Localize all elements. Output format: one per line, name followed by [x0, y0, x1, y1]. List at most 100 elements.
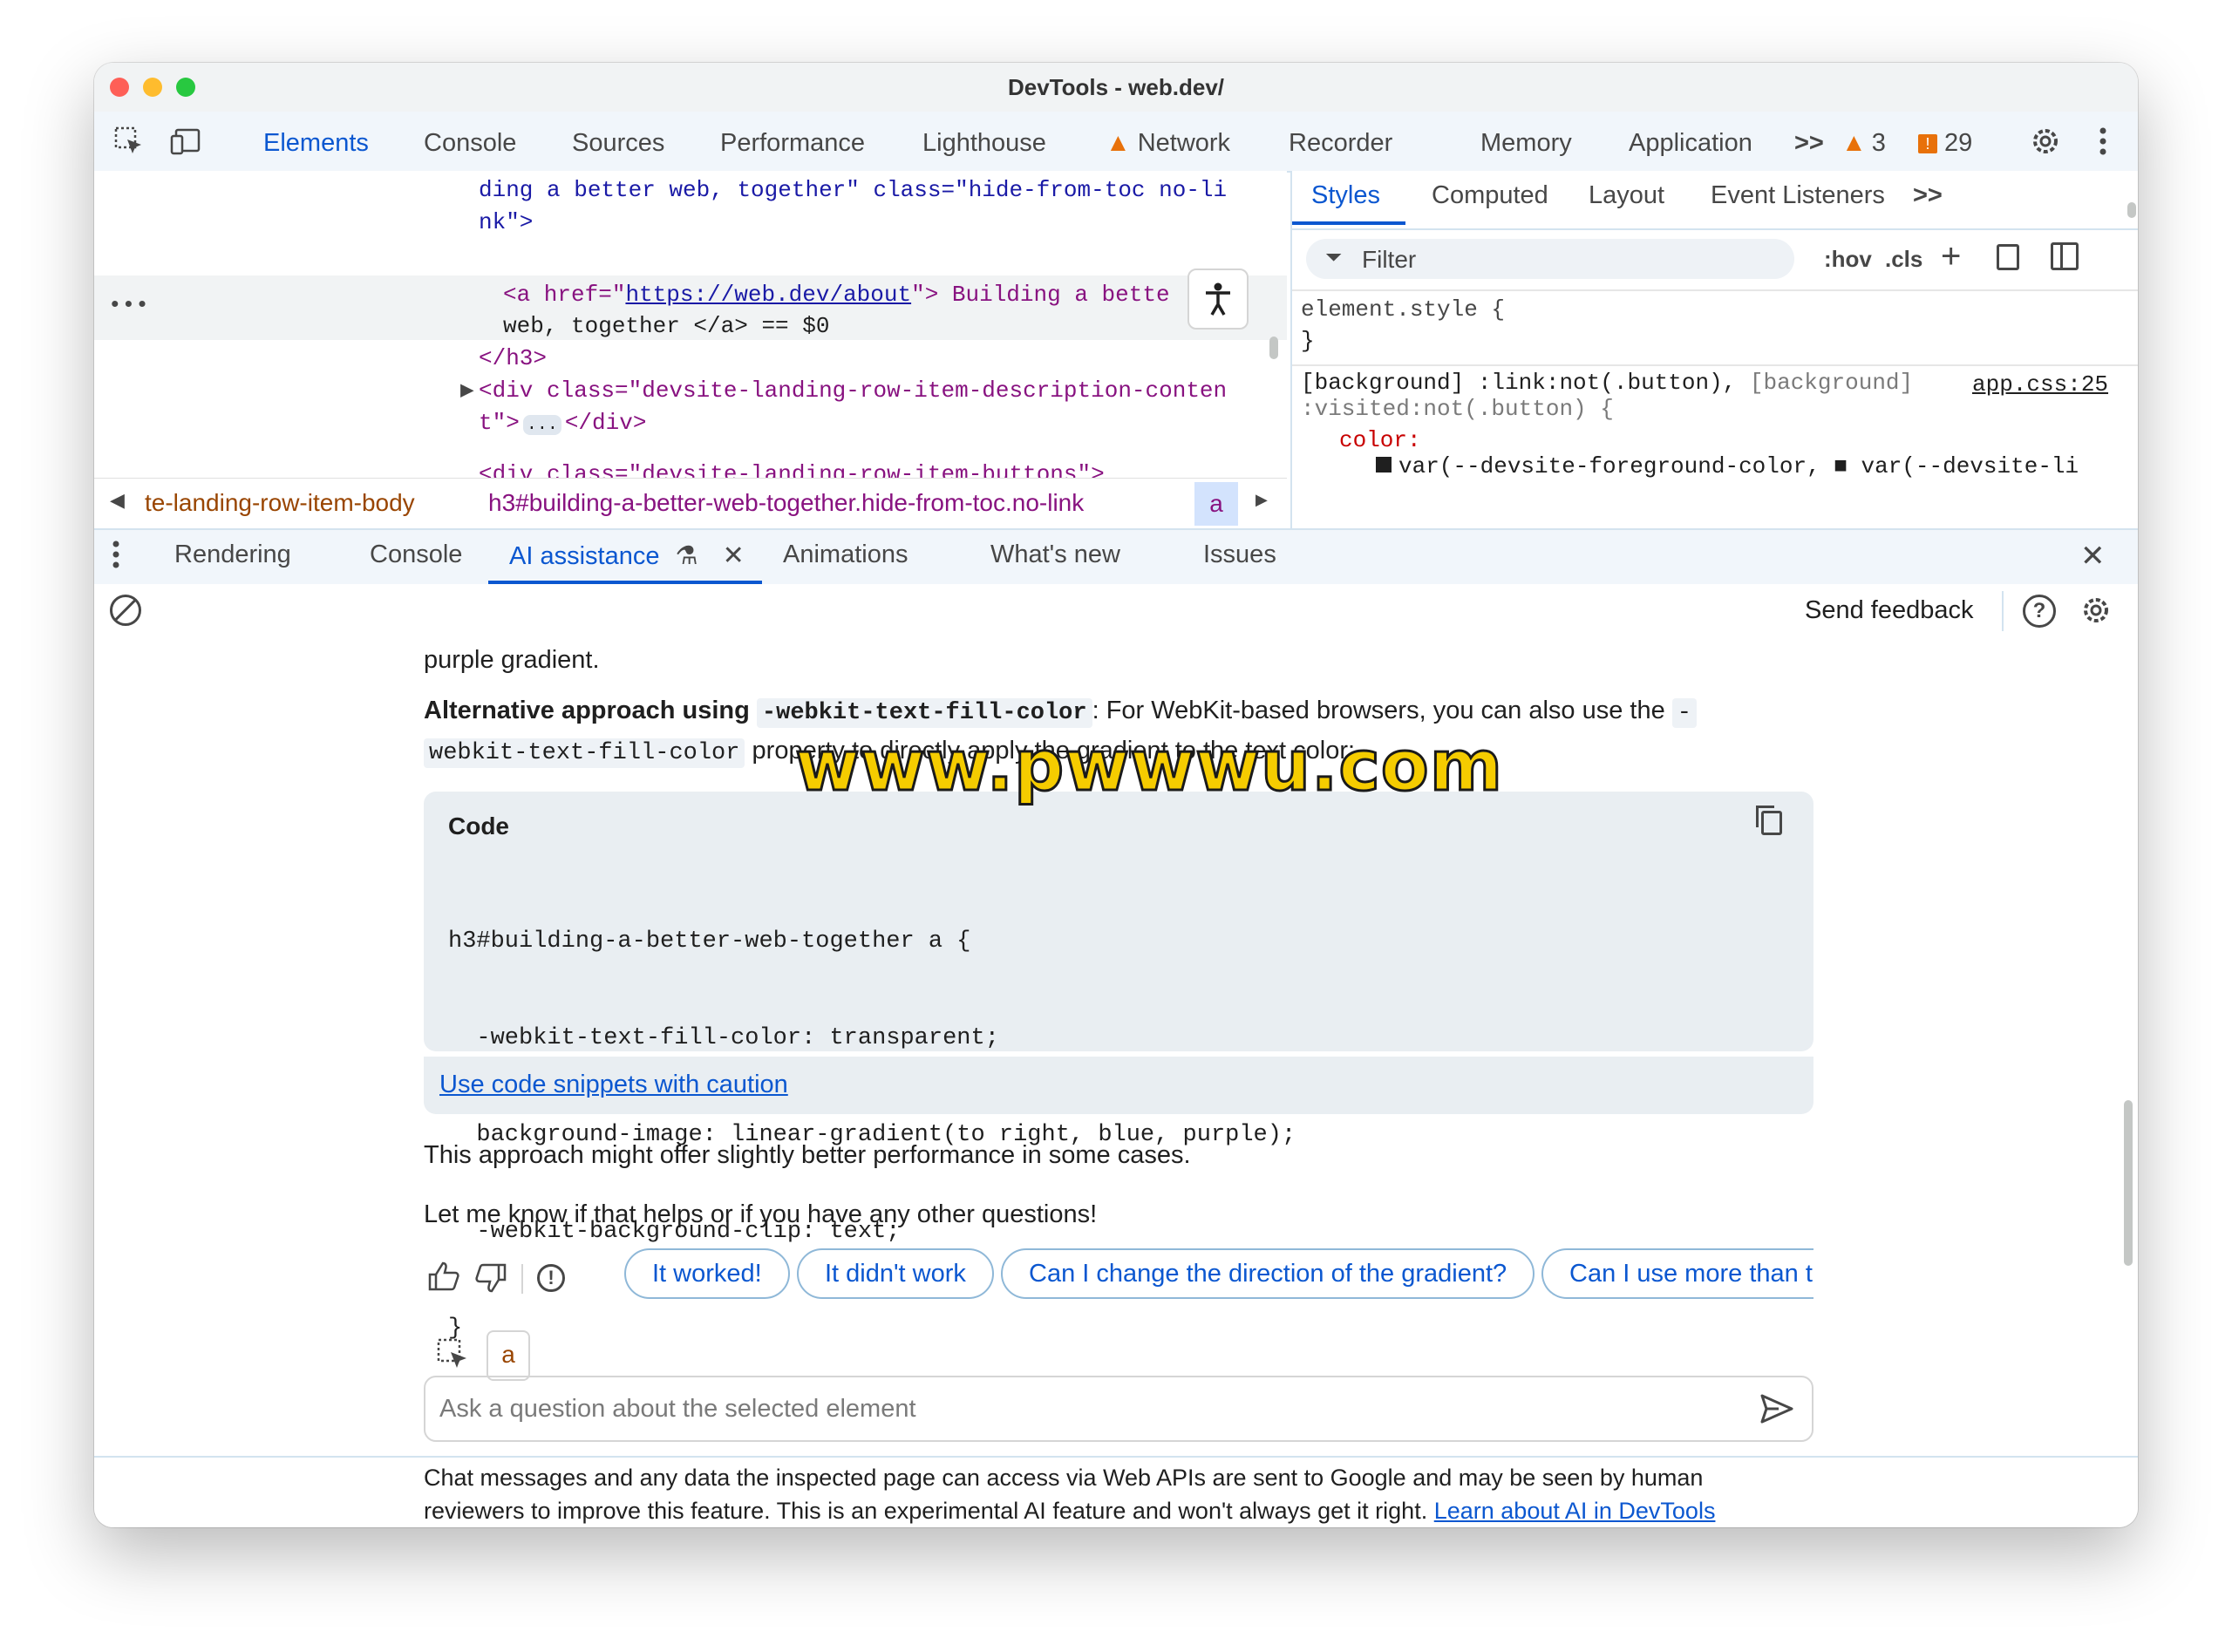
drawer-tab-ai-assistance[interactable]: AI assistance ⚗ ✕ — [509, 540, 745, 571]
close-tab-icon[interactable]: ✕ — [723, 541, 745, 570]
collapsed-ellipsis[interactable]: ... — [522, 415, 561, 435]
toggle-sidebar-icon[interactable] — [2051, 242, 2079, 270]
color-swatch[interactable] — [1376, 457, 1392, 472]
href-link[interactable]: https://web.dev/about — [625, 282, 911, 308]
tab-event-listeners[interactable]: Event Listeners — [1711, 181, 1885, 210]
breadcrumb-right-arrow-icon[interactable]: ▶ — [1256, 491, 1268, 509]
styles-scrollbar[interactable] — [2127, 202, 2136, 218]
code-line: -webkit-text-fill-color: transparent; — [448, 1025, 999, 1051]
selector-part: [background] :link:not(.button), — [1301, 370, 1737, 396]
dom-line[interactable]: </h3> — [479, 343, 547, 375]
suggestion-chip[interactable]: It worked! — [624, 1248, 790, 1299]
divider — [1292, 289, 2138, 291]
breadcrumb-left-arrow-icon[interactable]: ◀ — [110, 489, 125, 512]
selector-part: [background] — [1749, 370, 1914, 396]
styles-filter-input[interactable]: ⏷ Filter — [1306, 239, 1794, 279]
inline-code: webkit-text-fill-color — [424, 738, 745, 768]
breadcrumb-item[interactable]: te-landing-row-item-body — [145, 489, 415, 517]
tab-elements[interactable]: Elements — [263, 124, 369, 171]
caution-link[interactable]: Use code snippets with caution — [439, 1071, 788, 1099]
styles-tab-indicator — [1292, 221, 1405, 225]
breadcrumb-item-selected[interactable]: a — [1194, 482, 1238, 526]
send-feedback-link[interactable]: Send feedback — [1805, 596, 1973, 625]
tab-computed[interactable]: Computed — [1432, 181, 1548, 210]
dom-line[interactable]: web, together </a> == $0 — [503, 310, 829, 343]
hov-button[interactable]: :hov — [1824, 246, 1872, 273]
dom-line[interactable]: t">... </div> — [479, 407, 646, 441]
suggestion-chip[interactable]: Can I use more than t — [1541, 1248, 1814, 1299]
inspect-element-icon[interactable] — [112, 124, 146, 159]
copy-icon[interactable] — [1756, 806, 1782, 835]
help-icon[interactable]: ? — [2023, 595, 2056, 628]
new-style-rule-icon[interactable]: + — [1941, 237, 1961, 276]
breadcrumb-item[interactable]: h3#building-a-better-web-together.hide-f… — [488, 489, 1084, 517]
code-block: Code h3#building-a-better-web-together a… — [424, 792, 1814, 1342]
cls-button[interactable]: .cls — [1885, 246, 1922, 273]
css-property[interactable]: color: — [1339, 427, 1421, 453]
chat-input[interactable]: Ask a question about the selected elemen… — [424, 1376, 1814, 1442]
dom-line-selected[interactable]: <a href="https://web.dev/about"> Buildin… — [503, 279, 1170, 311]
chat-scrollbar[interactable] — [2124, 1100, 2133, 1266]
tab-memory[interactable]: Memory — [1480, 124, 1572, 171]
dom-line[interactable]: <div class="devsite-landing-row-item-but… — [479, 459, 1105, 478]
drawer-tab-console[interactable]: Console — [370, 540, 462, 569]
style-rule-selector[interactable]: [background] :link:not(.button), [backgr… — [1301, 370, 1913, 396]
dom-line[interactable]: nk"> — [479, 207, 533, 239]
tab-performance[interactable]: Performance — [720, 124, 865, 171]
send-icon[interactable] — [1759, 1393, 1794, 1429]
ai-settings-gear-icon[interactable] — [2079, 593, 2113, 632]
elements-tree: ••• ding a better web, together" class="… — [94, 171, 1287, 478]
tab-console[interactable]: Console — [424, 124, 516, 171]
warnings-counter[interactable]: ▲ 3 — [1841, 129, 1886, 158]
tab-styles[interactable]: Styles — [1311, 181, 1380, 210]
style-rule-selector[interactable]: element.style { — [1301, 296, 1505, 323]
css-value[interactable]: var(--devsite-foreground-color, ■ var(--… — [1376, 453, 2079, 479]
warning-icon: ▲ — [1841, 129, 1867, 157]
tab-lighthouse[interactable]: Lighthouse — [922, 124, 1046, 171]
context-element-chip[interactable]: a — [487, 1330, 530, 1381]
drawer-tab-whats-new[interactable]: What's new — [990, 540, 1120, 569]
styles-pane: Styles Computed Layout Event Listeners >… — [1290, 171, 2138, 528]
thumbs-up-icon[interactable] — [427, 1261, 460, 1300]
thumbs-down-icon[interactable] — [474, 1262, 507, 1298]
more-tabs-button[interactable]: >> — [1794, 124, 1824, 171]
inline-code: -webkit-text-fill-color — [756, 698, 1092, 728]
close-drawer-icon[interactable]: ✕ — [2080, 539, 2106, 574]
report-issue-icon[interactable]: ! — [537, 1264, 565, 1292]
drawer-tab-rendering[interactable]: Rendering — [174, 540, 291, 569]
disclaimer-line: reviewers to improve this feature. This … — [424, 1494, 1715, 1527]
tab-network-label: Network — [1137, 129, 1231, 157]
suggestion-chip[interactable]: Can I change the direction of the gradie… — [1001, 1248, 1535, 1299]
styles-more-tabs-button[interactable]: >> — [1913, 181, 1943, 210]
drawer-tab-animations[interactable]: Animations — [783, 540, 908, 569]
select-element-icon[interactable] — [436, 1337, 471, 1377]
suggestion-chip[interactable]: It didn't work — [797, 1248, 994, 1299]
drawer-tab-issues[interactable]: Issues — [1203, 540, 1276, 569]
style-source-link[interactable]: app.css:25 — [1972, 371, 2108, 398]
paint-icon[interactable] — [1997, 244, 2019, 270]
settings-gear-icon[interactable] — [2028, 124, 2063, 159]
drawer-menu-icon[interactable] — [112, 539, 120, 574]
tab-recorder[interactable]: Recorder — [1289, 124, 1392, 171]
experiment-flask-icon: ⚗ — [675, 542, 698, 570]
errors-counter[interactable]: ! 29 — [1918, 129, 1972, 158]
tab-sources[interactable]: Sources — [572, 124, 664, 171]
clear-chat-icon[interactable] — [110, 595, 141, 626]
tab-network[interactable]: ▲ Network — [1106, 124, 1230, 171]
node-actions-dots[interactable]: ••• — [108, 289, 149, 322]
tab-layout[interactable]: Layout — [1589, 181, 1664, 210]
elements-scrollbar[interactable] — [1269, 337, 1278, 359]
dom-line[interactable]: ding a better web, together" class="hide… — [479, 174, 1227, 207]
learn-more-link[interactable]: Learn about AI in DevTools — [1434, 1498, 1716, 1524]
warning-icon: ▲ — [1106, 129, 1131, 157]
accessibility-icon[interactable] — [1187, 269, 1249, 330]
more-options-icon[interactable] — [2086, 124, 2120, 159]
expand-triangle-icon[interactable]: ▶ — [460, 375, 474, 407]
error-icon: ! — [1918, 133, 1937, 153]
tag-close: t"> — [479, 410, 520, 436]
style-rule-selector[interactable]: :visited:not(.button) { — [1301, 396, 1614, 422]
tab-application[interactable]: Application — [1629, 124, 1752, 171]
dom-line[interactable]: <div class="devsite-landing-row-item-des… — [479, 375, 1227, 407]
device-toolbar-icon[interactable] — [169, 124, 204, 159]
chat-text: : For WebKit-based browsers, you can als… — [1092, 697, 1665, 724]
